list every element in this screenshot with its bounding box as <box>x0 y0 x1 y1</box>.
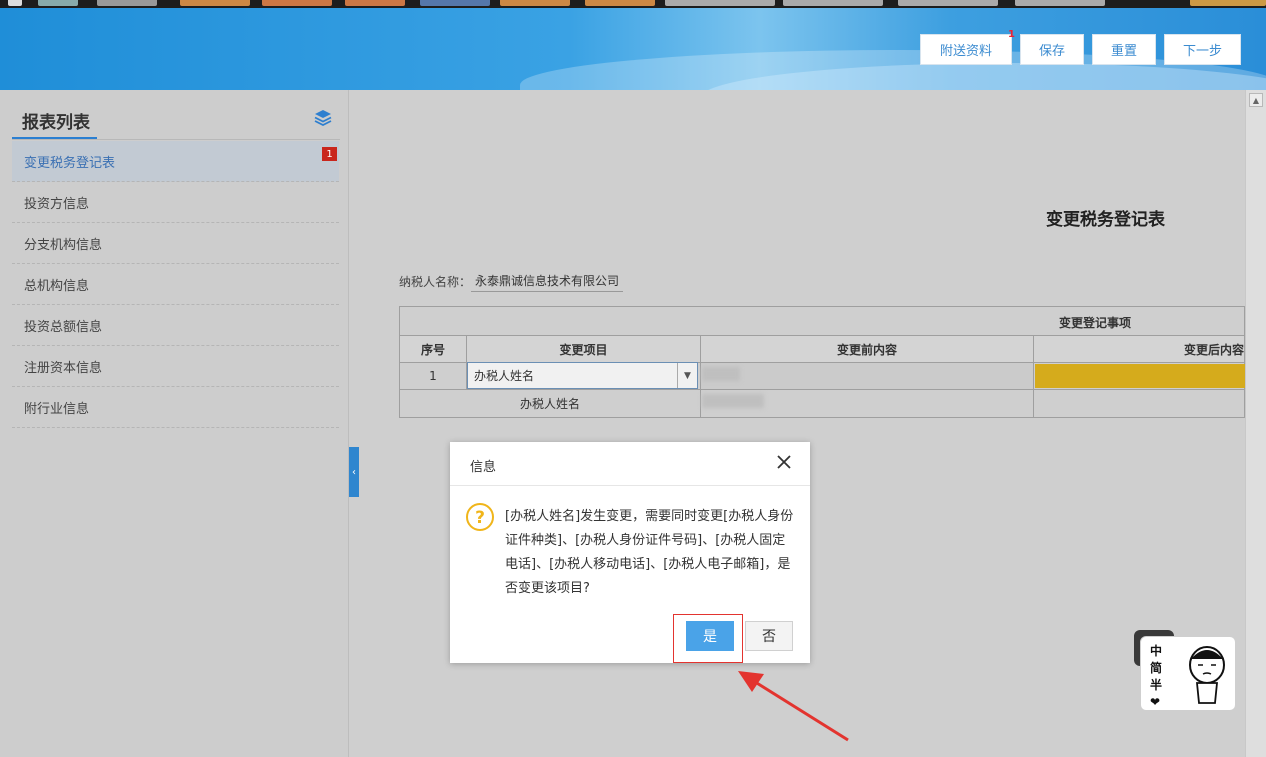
dropdown-arrow-icon[interactable]: ▼ <box>677 363 697 388</box>
divider <box>12 139 340 140</box>
ime-status-widget[interactable]: 中 简 半 ❤ <box>1140 636 1236 711</box>
scroll-up-arrow-icon[interactable]: ▲ <box>1249 93 1263 107</box>
row-index-value: 1 <box>429 369 437 383</box>
column-header-before: 变更前内容 <box>700 335 1034 363</box>
sidebar-item-label: 分支机构信息 <box>24 237 103 253</box>
changed-value-input[interactable] <box>1035 364 1245 388</box>
attach-count-badge: 1 <box>1008 29 1015 40</box>
bookmark-icon[interactable] <box>8 0 22 6</box>
report-list-sidebar: 报表列表 变更税务登记表 1 投资方信息 分支机构信息 总机构信息 投资总额信息… <box>0 90 349 757</box>
sidebar-item-total-investment-info[interactable]: 投资总额信息 <box>12 305 339 346</box>
sidebar-item-label: 附行业信息 <box>24 401 90 417</box>
bookmark-item[interactable] <box>783 0 883 6</box>
sidebar-item-industry-info[interactable]: 附行业信息 <box>12 387 339 428</box>
svg-text:?: ? <box>475 508 485 528</box>
mascot-icon <box>1189 646 1225 704</box>
reset-button[interactable]: 重置 <box>1092 34 1156 65</box>
bookmark-item[interactable] <box>1190 0 1266 6</box>
bookmark-item[interactable] <box>262 0 332 6</box>
taxpayer-name-label: 纳税人名称： <box>399 275 472 289</box>
sub-row-after-cell <box>1033 389 1245 418</box>
chevron-left-icon: ‹ <box>352 466 356 478</box>
sub-row-label: 办税人姓名 <box>519 397 580 411</box>
save-label: 保存 <box>1038 44 1065 59</box>
sidebar-item-label: 总机构信息 <box>24 278 90 294</box>
sidebar-item-investor-info[interactable]: 投资方信息 <box>12 182 339 223</box>
ime-char: 中 <box>1150 644 1163 658</box>
close-icon[interactable] <box>774 452 794 472</box>
bookmark-item[interactable] <box>1015 0 1105 6</box>
annotation-arrow-icon <box>738 671 849 742</box>
bookmark-item[interactable] <box>180 0 250 6</box>
confirm-no-button[interactable]: 否 <box>745 621 793 651</box>
sidebar-collapse-toggle[interactable]: ‹ <box>349 447 359 497</box>
annotation-highlight-box <box>673 614 743 663</box>
bookmark-item[interactable] <box>665 0 775 6</box>
vertical-scrollbar[interactable]: ▲ <box>1245 90 1266 757</box>
sidebar-item-label: 投资方信息 <box>24 196 90 212</box>
sidebar-item-label: 投资总额信息 <box>24 319 103 335</box>
bookmark-item[interactable] <box>500 0 570 6</box>
attach-materials-label: 附送资料 <box>939 44 992 59</box>
bookmark-item[interactable] <box>38 0 78 6</box>
layers-icon[interactable] <box>314 109 332 127</box>
bookmark-bar <box>0 0 1266 8</box>
sidebar-item-branch-info[interactable]: 分支机构信息 <box>12 223 339 264</box>
sidebar-item-change-tax-registration[interactable]: 变更税务登记表 1 <box>12 141 339 182</box>
redacted-value <box>702 367 740 381</box>
sidebar-item-label: 注册资本信息 <box>24 360 103 376</box>
bookmark-item[interactable] <box>585 0 655 6</box>
sidebar-item-badge: 1 <box>322 147 337 161</box>
bookmark-item[interactable] <box>345 0 405 6</box>
table-row-index: 1 <box>399 362 467 390</box>
ime-mode-labels: 中 简 半 ❤ <box>1150 643 1164 711</box>
header-banner: 附送资料 1 保存 重置 下一步 <box>0 8 1266 90</box>
bookmark-item[interactable] <box>898 0 998 6</box>
column-header-index: 序号 <box>399 335 467 363</box>
group-header-label: 变更登记事项 <box>1059 316 1132 330</box>
column-header-label: 变更前内容 <box>836 342 897 357</box>
ime-char: 半 <box>1150 678 1163 692</box>
redacted-value <box>702 394 764 408</box>
column-header-after: 变更后内容 <box>1033 335 1245 363</box>
ime-char: 简 <box>1150 661 1163 675</box>
no-button-label: 否 <box>762 629 776 645</box>
attach-materials-button[interactable]: 附送资料 1 <box>920 29 1015 65</box>
column-header-change-item: 变更项目 <box>466 335 701 363</box>
bookmark-item[interactable] <box>420 0 490 6</box>
reset-label: 重置 <box>1110 44 1137 59</box>
table-cell-before <box>700 362 1034 390</box>
column-header-label: 变更项目 <box>559 342 608 357</box>
sub-row-label-cell: 办税人姓名 <box>399 389 701 418</box>
question-icon: ? <box>466 503 494 531</box>
save-button[interactable]: 保存 <box>1020 34 1084 65</box>
change-item-select-value: 办税人姓名 <box>474 369 535 383</box>
next-step-button[interactable]: 下一步 <box>1164 34 1241 65</box>
change-item-select[interactable]: 办税人姓名 ▼ <box>467 362 698 389</box>
dialog-title: 信息 <box>470 460 497 475</box>
form-title: 变更税务登记表 <box>1046 210 1165 230</box>
sidebar-item-label: 变更税务登记表 <box>24 155 116 171</box>
sidebar-item-registered-capital-info[interactable]: 注册资本信息 <box>12 346 339 387</box>
column-header-label: 变更后内容 <box>1183 342 1244 357</box>
sidebar-title: 报表列表 <box>22 113 90 133</box>
sidebar-item-head-office-info[interactable]: 总机构信息 <box>12 264 339 305</box>
confirm-dialog: 信息 ? [办税人姓名]发生变更，需要同时变更[办税人身份证件种类]、[办税人身… <box>450 442 810 663</box>
bookmark-item[interactable] <box>97 0 157 6</box>
heart-icon: ❤ <box>1150 695 1161 709</box>
divider <box>450 485 810 486</box>
next-step-label: 下一步 <box>1182 44 1222 59</box>
taxpayer-name-value: 永泰鼎诚信息技术有限公司 <box>471 270 624 292</box>
column-header-label: 序号 <box>420 342 445 357</box>
dialog-message: [办税人姓名]发生变更，需要同时变更[办税人身份证件种类]、[办税人身份证件号码… <box>505 509 794 596</box>
